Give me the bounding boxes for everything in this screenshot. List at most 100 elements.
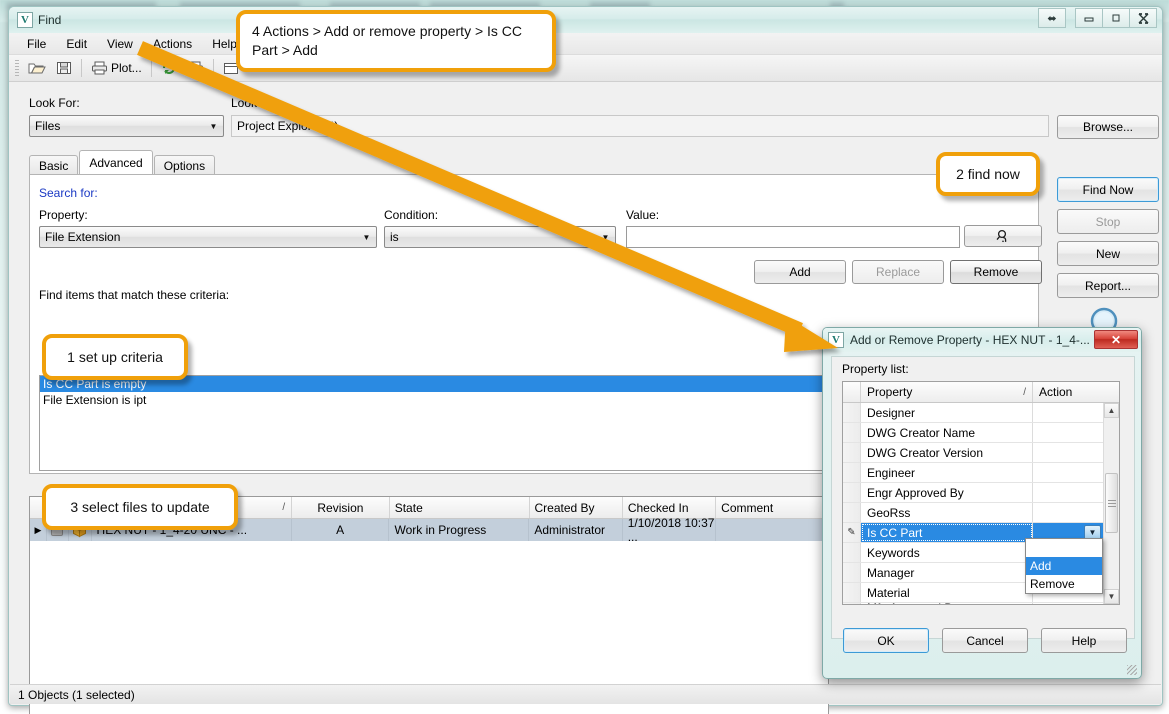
tab-advanced[interactable]: Advanced bbox=[79, 150, 153, 174]
new-button[interactable]: New bbox=[1057, 241, 1159, 266]
menu-item-actions[interactable]: Actions bbox=[143, 35, 202, 53]
property-action[interactable] bbox=[1033, 463, 1103, 482]
property-name: Mfg Approved By bbox=[861, 603, 1033, 604]
column-header-created-by[interactable]: Created By bbox=[530, 497, 623, 518]
menu-item-edit[interactable]: Edit bbox=[56, 35, 97, 53]
scrollbar-thumb[interactable] bbox=[1105, 473, 1118, 533]
property-name: Material bbox=[861, 583, 1033, 602]
help-button[interactable]: Help bbox=[1041, 628, 1127, 653]
plot-label: Plot... bbox=[111, 61, 142, 75]
tab-options[interactable]: Options bbox=[153, 155, 216, 176]
property-action[interactable] bbox=[1033, 603, 1103, 604]
resize-grip[interactable] bbox=[1127, 665, 1137, 675]
scroll-down-icon[interactable]: ▼ bbox=[1104, 589, 1119, 604]
dialog-body: Property list: Property / Action Designe… bbox=[831, 356, 1135, 639]
chevron-down-icon: ▼ bbox=[601, 232, 610, 242]
toolbar-separator bbox=[150, 59, 152, 77]
sort-indicator-icon: / bbox=[282, 502, 286, 513]
ok-button[interactable]: OK bbox=[843, 628, 929, 653]
property-row[interactable]: Designer bbox=[843, 403, 1119, 423]
property-action[interactable] bbox=[1033, 443, 1103, 462]
property-row[interactable]: DWG Creator Version bbox=[843, 443, 1119, 463]
property-name: Is CC Part bbox=[861, 523, 1033, 542]
cancel-button[interactable]: Cancel bbox=[942, 628, 1028, 653]
refresh-icon[interactable] bbox=[157, 57, 181, 79]
stop-button[interactable]: Stop bbox=[1057, 209, 1159, 234]
action-dropdown[interactable]: Add Remove bbox=[1025, 538, 1103, 594]
status-text: 1 Objects (1 selected) bbox=[18, 687, 135, 702]
property-row[interactable]: DWG Creator Name bbox=[843, 423, 1119, 443]
property-action[interactable] bbox=[1033, 423, 1103, 442]
look-in-value: Project Explorer (*) bbox=[237, 119, 339, 133]
property-name: DWG Creator Name bbox=[861, 423, 1033, 442]
property-action[interactable] bbox=[1033, 503, 1103, 522]
column-label: Property bbox=[867, 385, 913, 399]
dropdown-option-remove[interactable]: Remove bbox=[1026, 575, 1102, 593]
close-icon[interactable] bbox=[1129, 8, 1157, 28]
callout-step-4: 4 Actions > Add or remove property > Is … bbox=[236, 10, 556, 72]
cell-state: Work in Progress bbox=[389, 519, 530, 541]
menu-item-view[interactable]: View bbox=[97, 35, 143, 53]
property-row[interactable]: Engr Approved By bbox=[843, 483, 1119, 503]
row-gutter bbox=[843, 563, 861, 582]
remove-criteria-button[interactable]: Remove bbox=[950, 260, 1042, 284]
printer-alt-icon[interactable] bbox=[183, 57, 208, 79]
property-row[interactable]: Engineer bbox=[843, 463, 1119, 483]
cell-created-by: Administrator bbox=[529, 519, 623, 541]
column-header-property[interactable]: Property / bbox=[861, 382, 1033, 402]
property-row[interactable]: GeoRss bbox=[843, 503, 1119, 523]
restore-down-icon[interactable]: ⬌ bbox=[1038, 8, 1066, 28]
maximize-icon[interactable] bbox=[1102, 8, 1130, 28]
look-in-field[interactable]: Project Explorer (*) bbox=[231, 115, 1049, 137]
plot-button[interactable]: Plot... bbox=[87, 57, 146, 79]
property-name: Engr Approved By bbox=[861, 483, 1033, 502]
browse-button[interactable]: Browse... bbox=[1057, 115, 1159, 139]
replace-criteria-button[interactable]: Replace bbox=[852, 260, 944, 284]
row-gutter bbox=[843, 443, 861, 462]
property-action[interactable] bbox=[1033, 403, 1103, 422]
toolbar-grip[interactable] bbox=[15, 60, 19, 76]
property-combo[interactable]: File Extension ▼ bbox=[39, 226, 377, 248]
report-button[interactable]: Report... bbox=[1057, 273, 1159, 298]
dropdown-option-add[interactable]: Add bbox=[1026, 557, 1102, 575]
column-header-checked-in[interactable]: Checked In bbox=[623, 497, 717, 518]
condition-value: is bbox=[390, 230, 399, 244]
property-grid[interactable]: Property / Action Designer DWG Creator N… bbox=[842, 381, 1120, 605]
close-icon[interactable]: ✕ bbox=[1094, 330, 1138, 349]
callout-text: 2 find now bbox=[956, 166, 1020, 182]
column-header-revision[interactable]: Revision bbox=[292, 497, 390, 518]
menu-item-file[interactable]: File bbox=[17, 35, 56, 53]
property-grid-scrollbar[interactable]: ▲ ▼ bbox=[1103, 403, 1119, 604]
property-label: Property: bbox=[39, 208, 88, 222]
property-row[interactable]: Mfg Approved By bbox=[843, 603, 1119, 604]
dropdown-option-blank[interactable] bbox=[1026, 539, 1102, 557]
find-person-icon-button[interactable] bbox=[964, 225, 1042, 247]
property-action[interactable] bbox=[1033, 483, 1103, 502]
minimize-icon[interactable] bbox=[1075, 8, 1103, 28]
tab-basic[interactable]: Basic bbox=[29, 155, 79, 176]
chevron-down-icon: ▼ bbox=[209, 121, 218, 131]
save-disk-icon[interactable] bbox=[52, 57, 76, 79]
property-name: Keywords bbox=[861, 543, 1033, 562]
property-grid-header: Property / Action bbox=[843, 382, 1119, 403]
value-input[interactable] bbox=[626, 226, 960, 248]
column-header-action[interactable]: Action bbox=[1033, 382, 1103, 402]
property-name: GeoRss bbox=[861, 503, 1033, 522]
look-for-value: Files bbox=[35, 119, 61, 133]
toolbar-separator bbox=[81, 59, 82, 77]
search-for-label: Search for: bbox=[39, 186, 98, 200]
cell-revision: A bbox=[292, 519, 390, 541]
add-criteria-button[interactable]: Add bbox=[754, 260, 846, 284]
open-folder-icon[interactable] bbox=[24, 57, 50, 79]
row-gutter bbox=[843, 583, 861, 602]
row-gutter bbox=[843, 463, 861, 482]
property-name: DWG Creator Version bbox=[861, 443, 1033, 462]
status-bar: 1 Objects (1 selected) bbox=[10, 684, 1161, 704]
look-for-combo[interactable]: Files ▼ bbox=[29, 115, 224, 137]
add-remove-property-dialog: V Add or Remove Property - HEX NUT - 1_4… bbox=[822, 327, 1142, 679]
column-header-comment[interactable]: Comment bbox=[716, 497, 828, 518]
scroll-up-icon[interactable]: ▲ bbox=[1104, 403, 1119, 418]
column-header-state[interactable]: State bbox=[390, 497, 530, 518]
condition-combo[interactable]: is ▼ bbox=[384, 226, 616, 248]
find-now-button[interactable]: Find Now bbox=[1057, 177, 1159, 202]
